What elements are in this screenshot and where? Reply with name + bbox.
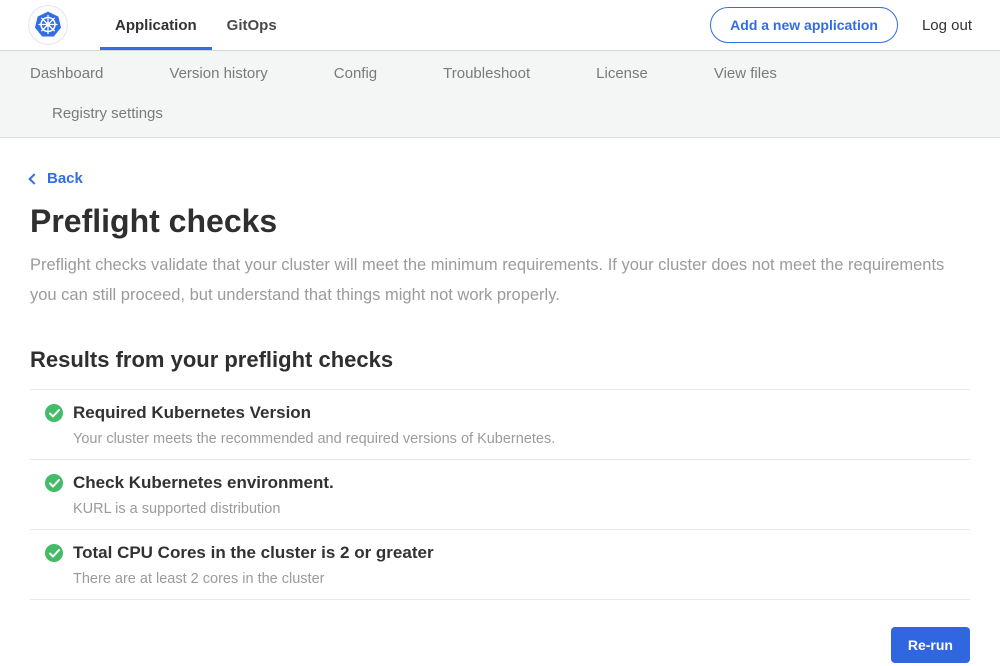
app-logo[interactable] [28,0,68,50]
check-detail: Your cluster meets the recommended and r… [73,432,555,447]
back-label: Back [47,170,83,187]
check-title: Required Kubernetes Version [73,403,555,422]
check-row-kubernetes-version: Required Kubernetes Version Your cluster… [30,389,970,459]
subnav-row-1: Dashboard Version history Config Trouble… [30,64,970,84]
check-detail: There are at least 2 cores in the cluste… [73,572,434,587]
page-title: Preflight checks [30,203,970,240]
app-subnav: Dashboard Version history Config Trouble… [0,51,1000,138]
subnav-item-registry-settings[interactable]: Registry settings [52,104,163,124]
subnav-item-dashboard[interactable]: Dashboard [30,64,103,84]
back-link[interactable]: Back [30,170,83,187]
subnav-item-view-files[interactable]: View files [714,64,777,84]
check-row-cpu-cores: Total CPU Cores in the cluster is 2 or g… [30,529,970,600]
top-nav-right: Add a new application Log out [710,0,972,50]
add-new-application-button[interactable]: Add a new application [710,7,898,43]
success-check-icon [45,474,63,492]
rerun-row: Re-run [30,627,970,663]
subnav-item-license[interactable]: License [596,64,648,84]
check-title: Total CPU Cores in the cluster is 2 or g… [73,543,434,562]
check-title: Check Kubernetes environment. [73,473,334,492]
logout-link[interactable]: Log out [922,17,972,34]
page-description: Preflight checks validate that your clus… [30,250,945,310]
results-heading: Results from your preflight checks [30,347,970,373]
check-detail: KURL is a supported distribution [73,502,334,517]
subnav-item-config[interactable]: Config [334,64,377,84]
check-content: Required Kubernetes Version Your cluster… [73,403,555,447]
subnav-item-version-history[interactable]: Version history [169,64,267,84]
kubernetes-logo-icon [28,5,68,45]
preflight-checks-list: Required Kubernetes Version Your cluster… [30,389,970,600]
primary-tabs: Application GitOps [100,0,292,50]
tab-gitops[interactable]: GitOps [212,0,292,50]
chevron-left-icon [28,173,39,184]
top-nav: Application GitOps Add a new application… [0,0,1000,51]
main-content: Back Preflight checks Preflight checks v… [0,138,1000,663]
subnav-item-troubleshoot[interactable]: Troubleshoot [443,64,530,84]
success-check-icon [45,404,63,422]
rerun-button[interactable]: Re-run [891,627,970,663]
success-check-icon [45,544,63,562]
tab-application[interactable]: Application [100,0,212,50]
check-row-kubernetes-environment: Check Kubernetes environment. KURL is a … [30,459,970,529]
subnav-row-2: Registry settings [30,104,970,124]
check-content: Check Kubernetes environment. KURL is a … [73,473,334,517]
check-content: Total CPU Cores in the cluster is 2 or g… [73,543,434,587]
